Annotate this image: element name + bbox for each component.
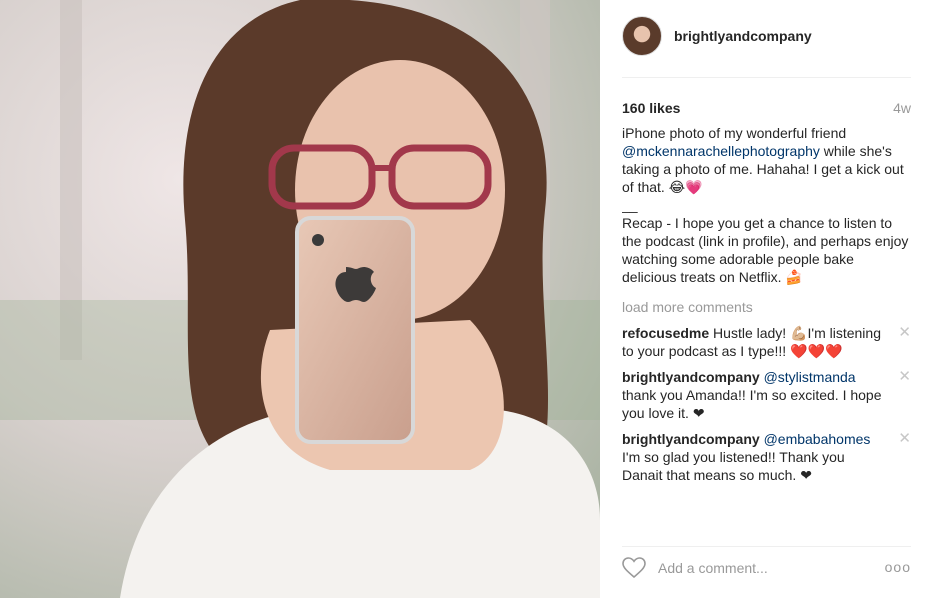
likes-row: 160 likes 4w <box>622 100 911 118</box>
likes-count[interactable]: 160 likes <box>622 100 680 116</box>
avatar[interactable] <box>622 16 662 56</box>
comment-composer: ooo <box>622 546 911 592</box>
comment-mention-link[interactable]: @embabahomes <box>764 431 871 447</box>
comments-list: iPhone photo of my wonderful friend @mck… <box>622 124 911 532</box>
post-details-panel: brightlyandcompany 160 likes 4w iPhone p… <box>600 0 933 598</box>
caption-text: iPhone photo of my wonderful friend @mck… <box>622 124 911 196</box>
comment-username[interactable]: refocusedme <box>622 325 709 341</box>
post-header: brightlyandcompany <box>622 16 911 78</box>
caption-text-prefix: iPhone photo of my wonderful friend <box>622 125 851 141</box>
more-options-icon[interactable]: ooo <box>885 559 911 575</box>
comment: refocusedme Hustle lady! 💪🏼I'm listening… <box>622 324 911 360</box>
comment-text: I'm so glad you listened!! Thank you Dan… <box>622 449 845 483</box>
comment-username[interactable]: brightlyandcompany <box>622 369 760 385</box>
load-more-comments-link[interactable]: load more comments <box>622 298 911 316</box>
comment-text: thank you Amanda!! I'm so excited. I hop… <box>622 387 882 421</box>
post-photo-illustration <box>0 0 600 598</box>
comment: brightlyandcompany @embabahomes I'm so g… <box>622 430 911 484</box>
post-photo[interactable] <box>0 0 600 598</box>
comment-username[interactable]: brightlyandcompany <box>622 431 760 447</box>
close-icon[interactable]: ✕ <box>898 430 911 448</box>
caption-separator: __ <box>622 197 638 213</box>
header-username[interactable]: brightlyandcompany <box>674 28 812 44</box>
caption: iPhone photo of my wonderful friend @mck… <box>622 124 911 286</box>
comment: brightlyandcompany @stylistmanda thank y… <box>622 368 911 422</box>
comment-mention-link[interactable]: @stylistmanda <box>764 369 856 385</box>
caption-recap: Recap - I hope you get a chance to liste… <box>622 215 909 285</box>
add-comment-input[interactable] <box>658 557 868 579</box>
caption-mention-link[interactable]: @mckennarachellephotography <box>622 143 820 159</box>
heart-icon[interactable] <box>622 557 646 579</box>
post-age[interactable]: 4w <box>893 100 911 116</box>
close-icon[interactable]: ✕ <box>898 368 911 386</box>
close-icon[interactable]: ✕ <box>898 324 911 342</box>
